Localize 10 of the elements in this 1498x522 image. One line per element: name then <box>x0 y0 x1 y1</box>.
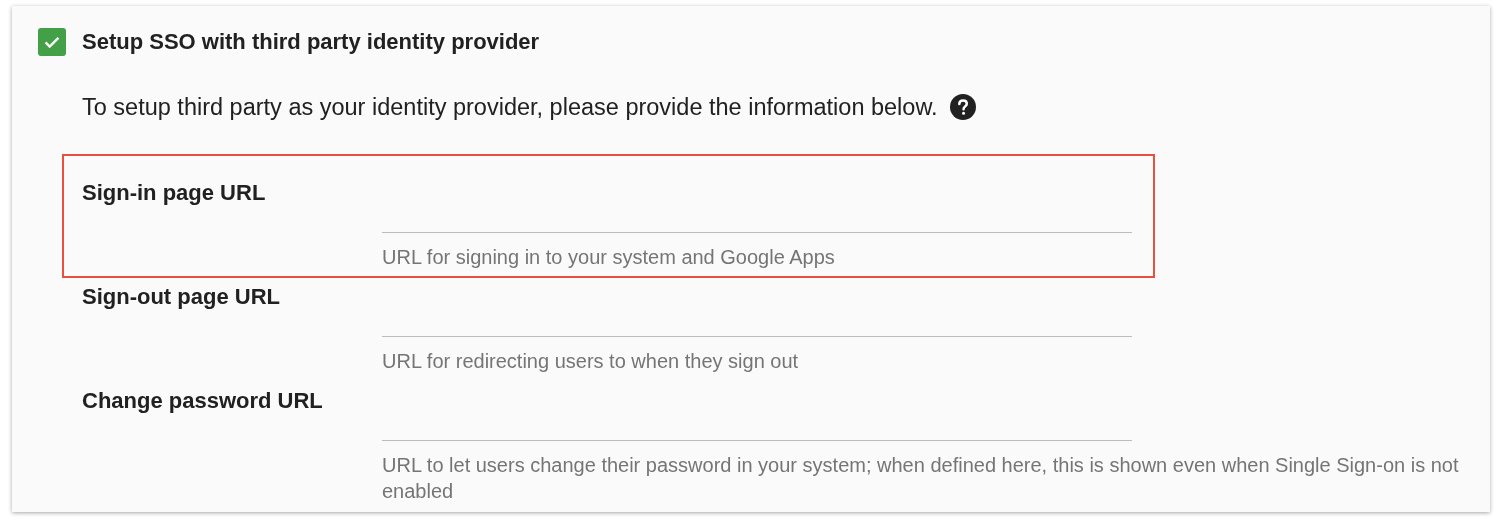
field-hint: URL for redirecting users to when they sign out <box>382 349 800 374</box>
field-hint: URL for signing in to your system and Google Apps <box>382 245 836 270</box>
description-text: To setup third party as your identity provider, please provide the information below. <box>82 93 938 121</box>
checkbox[interactable] <box>38 28 66 56</box>
field-label: Sign-in page URL <box>82 180 267 206</box>
field-label: Sign-out page URL <box>82 284 281 310</box>
checkbox-label: Setup SSO with third party identity provider <box>82 29 540 55</box>
field-label: Change password URL <box>82 388 324 414</box>
field-hint: URL to let users change their password in your system; when defined here, this is shown even when Single Sign-on is not enabled <box>382 453 1460 504</box>
help-icon[interactable] <box>949 94 976 120</box>
